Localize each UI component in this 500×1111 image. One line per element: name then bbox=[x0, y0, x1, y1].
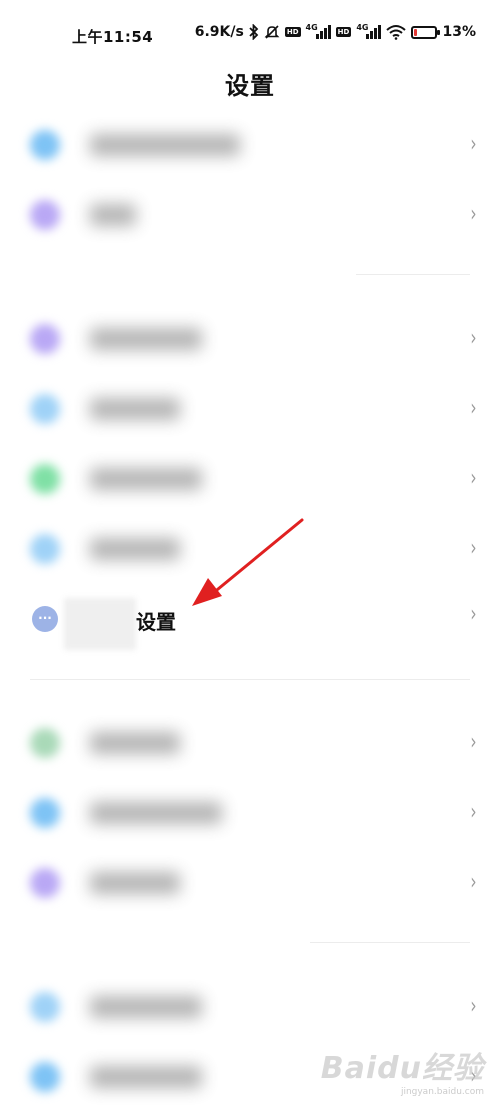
watermark-logo: Baidu经验 bbox=[320, 1051, 484, 1086]
watermark-url: jingyan.baidu.com bbox=[400, 1087, 484, 1097]
annotation-arrow bbox=[192, 518, 304, 606]
watermark: Baidu经验 jingyan.baidu.com bbox=[321, 1043, 484, 1097]
